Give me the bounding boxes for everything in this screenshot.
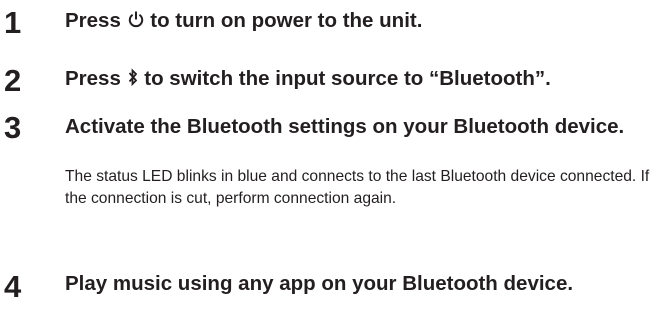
step-number: 3 [4,110,22,145]
step-heading: Play music using any app on your Bluetoo… [65,272,574,295]
step-number: 4 [4,269,22,304]
step-heading: Press to turn on power to the unit. [65,9,422,35]
bluetooth-icon [128,68,138,93]
step-number: 1 [4,5,22,40]
step-heading: Activate the Bluetooth settings on your … [65,115,625,138]
step-text-before: Press [65,67,121,90]
step-body: The status LED blinks in blue and connec… [65,168,650,207]
power-icon [128,10,144,35]
step-text-before: Press [65,9,121,32]
step-text-after: to switch the input source to “Bluetooth… [144,67,551,90]
step-text-after: to turn on power to the unit. [150,9,423,32]
step-number: 2 [4,63,22,98]
step-heading: Press to switch the input source to “Blu… [65,67,551,93]
